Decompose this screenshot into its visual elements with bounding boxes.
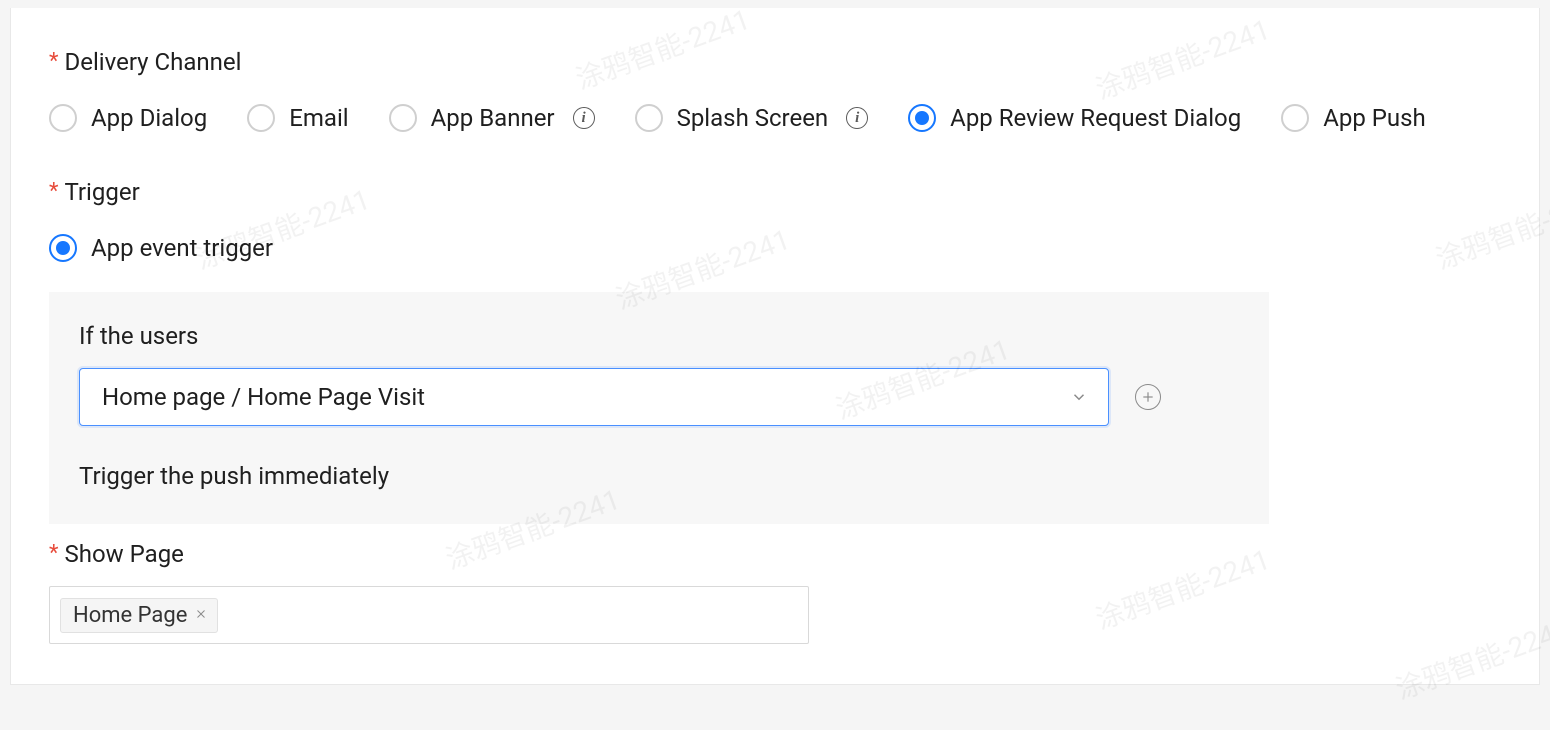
trigger-note: Trigger the push immediately (79, 462, 1239, 490)
delivery-channel-options: App Dialog Email App Banner i Splash Scr… (49, 104, 1501, 132)
chevron-down-icon (1070, 388, 1088, 406)
trigger-config-box: If the users Home page / Home Page Visit… (49, 292, 1269, 524)
info-icon[interactable]: i (846, 107, 868, 129)
radio-icon (49, 234, 77, 262)
required-asterisk: * (49, 51, 58, 73)
delivery-channel-app-banner[interactable]: App Banner i (389, 104, 595, 132)
show-page-label-text: Show Page (64, 540, 183, 568)
radio-icon (389, 104, 417, 132)
trigger-label-text: Trigger (64, 178, 139, 206)
show-page-tag: Home Page (60, 598, 218, 633)
add-trigger-button[interactable] (1135, 384, 1161, 410)
radio-label: Email (289, 104, 348, 132)
close-icon (195, 608, 207, 620)
trigger-event-select[interactable]: Home page / Home Page Visit (79, 368, 1109, 426)
delivery-channel-label-text: Delivery Channel (64, 48, 241, 76)
show-page-label: * Show Page (49, 540, 1501, 568)
trigger-label: * Trigger (49, 178, 1501, 206)
trigger-event-select-value: Home page / Home Page Visit (102, 383, 425, 411)
tag-remove-button[interactable] (195, 606, 207, 624)
radio-icon (247, 104, 275, 132)
trigger-options: App event trigger (49, 234, 1501, 262)
radio-label: Splash Screen (677, 104, 829, 132)
radio-icon (635, 104, 663, 132)
delivery-channel-splash-screen[interactable]: Splash Screen i (635, 104, 869, 132)
delivery-channel-label: * Delivery Channel (49, 48, 1501, 76)
show-page-tag-label: Home Page (73, 603, 187, 628)
show-page-input[interactable]: Home Page (49, 586, 809, 644)
radio-label: App event trigger (91, 234, 273, 262)
required-asterisk: * (49, 543, 58, 565)
delivery-channel-app-review-request[interactable]: App Review Request Dialog (908, 104, 1241, 132)
delivery-channel-app-push[interactable]: App Push (1281, 104, 1426, 132)
radio-icon (1281, 104, 1309, 132)
radio-label: App Dialog (91, 104, 207, 132)
settings-card: 涂鸦智能-2241 涂鸦智能-2241 涂鸦智能-2241 涂鸦智能-2241 … (10, 8, 1540, 685)
delivery-channel-email[interactable]: Email (247, 104, 348, 132)
delivery-channel-app-dialog[interactable]: App Dialog (49, 104, 207, 132)
radio-label: App Banner (431, 104, 555, 132)
trigger-sublabel: If the users (79, 322, 1239, 350)
plus-icon (1141, 390, 1155, 404)
info-icon[interactable]: i (573, 107, 595, 129)
required-asterisk: * (49, 181, 58, 203)
trigger-app-event[interactable]: App event trigger (49, 234, 273, 262)
radio-label: App Review Request Dialog (950, 104, 1241, 132)
radio-label: App Push (1323, 104, 1426, 132)
radio-icon (49, 104, 77, 132)
radio-icon (908, 104, 936, 132)
